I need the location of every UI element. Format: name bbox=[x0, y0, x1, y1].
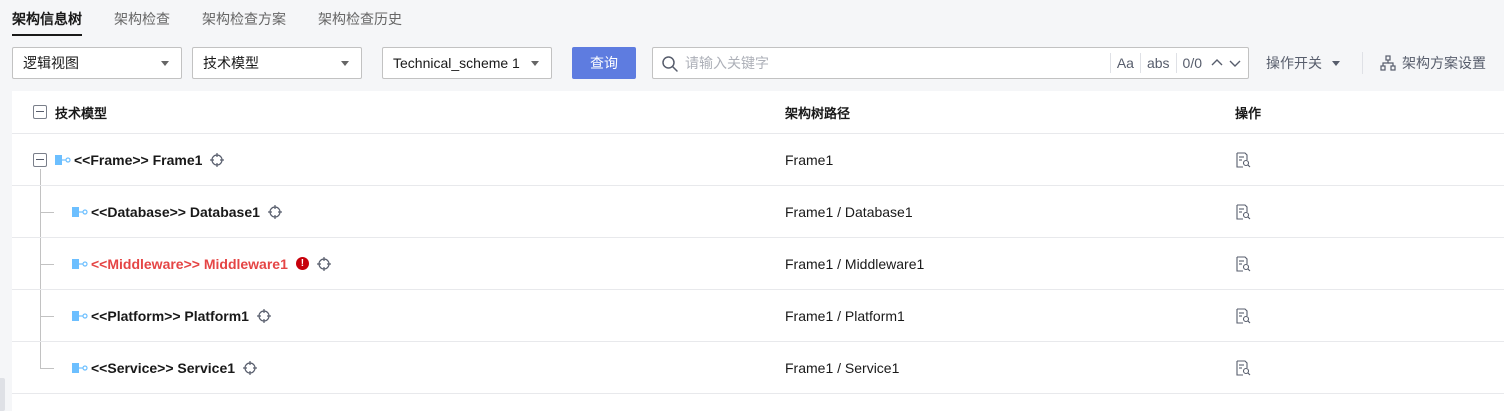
view-select[interactable]: 逻辑视图 bbox=[12, 47, 182, 79]
path-cell: Frame1 bbox=[785, 151, 834, 168]
node-icon bbox=[72, 362, 88, 373]
node-icon bbox=[72, 206, 88, 217]
search-input[interactable] bbox=[685, 48, 1105, 78]
operation-switch-dropdown[interactable]: 操作开关 bbox=[1266, 47, 1344, 79]
inspect-document-icon[interactable] bbox=[1235, 203, 1251, 220]
architecture-tree-table: 技术模型 架构树路径 操作 <<Frame>> Frame1 Frame1 <<… bbox=[12, 91, 1504, 411]
view-select-value: 逻辑视图 bbox=[23, 55, 79, 71]
node-label: <<Service>> Service1 bbox=[91, 359, 236, 376]
tab-architecture-check-scheme[interactable]: 架构检查方案 bbox=[202, 0, 286, 36]
tab-architecture-check-history[interactable]: 架构检查历史 bbox=[318, 0, 402, 36]
scheme-select[interactable]: Technical_scheme 1 bbox=[382, 47, 552, 79]
search-tools: Aa abs 0/0 bbox=[1109, 48, 1248, 78]
toolbar-divider bbox=[1362, 52, 1363, 74]
node-label: <<Middleware>> Middleware1 bbox=[91, 255, 288, 272]
inspect-document-icon[interactable] bbox=[1235, 359, 1251, 376]
node-label: <<Frame>> Frame1 bbox=[74, 151, 203, 168]
node-label: <<Platform>> Platform1 bbox=[91, 307, 249, 324]
tab-architecture-info-tree[interactable]: 架构信息树 bbox=[12, 0, 82, 36]
node-label: <<Database>> Database1 bbox=[91, 203, 260, 220]
model-select[interactable]: 技术模型 bbox=[192, 47, 362, 79]
crosshair-icon[interactable] bbox=[210, 152, 225, 167]
table-row[interactable]: <<Service>> Service1 Frame1 / Service1 bbox=[12, 342, 1504, 394]
settings-label: 架构方案设置 bbox=[1402, 55, 1486, 71]
chevron-up-icon bbox=[1211, 59, 1223, 66]
node-icon bbox=[72, 310, 88, 321]
inspect-document-icon[interactable] bbox=[1235, 151, 1251, 168]
path-cell: Frame1 / Platform1 bbox=[785, 307, 905, 324]
column-header-operation: 操作 bbox=[1235, 105, 1262, 121]
previous-match-button[interactable] bbox=[1208, 53, 1226, 73]
collapse-all-checkbox[interactable] bbox=[33, 105, 47, 119]
crosshair-icon[interactable] bbox=[256, 308, 271, 323]
column-header-path: 架构树路径 bbox=[785, 105, 851, 121]
path-cell: Frame1 / Database1 bbox=[785, 203, 913, 220]
table-header: 技术模型 架构树路径 操作 bbox=[12, 91, 1504, 134]
operation-switch-label: 操作开关 bbox=[1266, 55, 1322, 71]
table-row[interactable]: <<Database>> Database1 Frame1 / Database… bbox=[12, 186, 1504, 238]
caret-down-icon bbox=[1332, 61, 1340, 66]
table-row[interactable]: <<Frame>> Frame1 Frame1 bbox=[12, 134, 1504, 186]
match-case-toggle[interactable]: Aa bbox=[1109, 53, 1140, 73]
caret-down-icon bbox=[531, 61, 539, 66]
query-button[interactable]: 查询 bbox=[572, 47, 636, 79]
next-match-button[interactable] bbox=[1226, 53, 1244, 73]
inspect-document-icon[interactable] bbox=[1235, 307, 1251, 324]
search-icon bbox=[662, 56, 678, 72]
expand-collapse-toggle[interactable] bbox=[33, 152, 47, 167]
path-cell: Frame1 / Service1 bbox=[785, 359, 900, 376]
model-select-value: 技术模型 bbox=[203, 55, 259, 71]
table-row[interactable]: <<Middleware>> Middleware1 ! Frame1 / Mi… bbox=[12, 238, 1504, 290]
tab-architecture-check[interactable]: 架构检查 bbox=[114, 0, 170, 36]
caret-down-icon bbox=[341, 61, 349, 66]
caret-down-icon bbox=[161, 61, 169, 66]
node-icon bbox=[72, 258, 88, 269]
crosshair-icon[interactable] bbox=[267, 204, 282, 219]
hierarchy-icon bbox=[1380, 55, 1396, 71]
node-icon bbox=[55, 154, 71, 165]
column-header-model: 技术模型 bbox=[55, 105, 108, 121]
table-row[interactable]: <<Platform>> Platform1 Frame1 / Platform… bbox=[12, 290, 1504, 342]
architecture-scheme-settings-button[interactable]: 架构方案设置 bbox=[1380, 47, 1486, 79]
whole-word-toggle[interactable]: abs bbox=[1139, 53, 1176, 73]
error-icon: ! bbox=[295, 257, 309, 270]
match-counter: 0/0 bbox=[1175, 53, 1208, 73]
crosshair-icon[interactable] bbox=[243, 360, 258, 375]
path-cell: Frame1 / Middleware1 bbox=[785, 255, 925, 272]
search-box: Aa abs 0/0 bbox=[652, 47, 1249, 79]
inspect-document-icon[interactable] bbox=[1235, 255, 1251, 272]
sidebar-drag-handle[interactable] bbox=[0, 378, 5, 411]
scheme-select-value: Technical_scheme 1 bbox=[393, 55, 520, 71]
crosshair-icon[interactable] bbox=[316, 256, 331, 271]
chevron-down-icon bbox=[1229, 60, 1241, 67]
tab-bar: 架构信息树 架构检查 架构检查方案 架构检查历史 bbox=[12, 0, 434, 36]
